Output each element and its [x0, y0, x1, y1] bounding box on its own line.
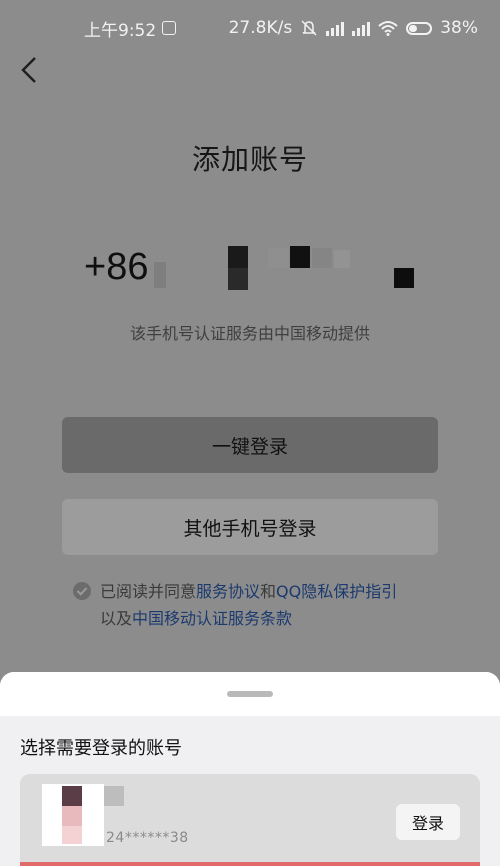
sheet-title: 选择需要登录的账号 — [20, 738, 182, 759]
avatar-mask — [62, 806, 82, 826]
sheet-body: 选择需要登录的账号 24******38 登录 — [0, 716, 500, 866]
provider-note: 该手机号认证服务由中国移动提供 — [129, 324, 370, 343]
avatar-mask — [62, 826, 82, 844]
privacy-guide-link[interactable]: QQ隐私保护指引 — [276, 582, 397, 601]
mask-block — [154, 262, 166, 288]
drag-handle[interactable] — [227, 691, 273, 697]
service-agreement-link[interactable]: 服务协议 — [196, 582, 260, 601]
status-left: 上午9:52 — [84, 16, 177, 41]
agreement-line-2: 以及中国移动认证服务条款 — [100, 605, 292, 632]
chevron-left-icon — [21, 57, 36, 83]
status-time: 上午9:52 — [84, 20, 157, 41]
one-click-login-button[interactable]: 一键登录 — [62, 417, 438, 473]
mask-block — [228, 268, 248, 290]
signal-icon — [352, 20, 371, 36]
other-phone-login-button[interactable]: 其他手机号登录 — [62, 499, 438, 555]
sheet-header — [0, 672, 500, 716]
agreement-prefix: 已阅读并同意 — [100, 582, 197, 601]
account-login-button[interactable]: 登录 — [396, 804, 460, 840]
account-card[interactable]: 24******38 登录 — [20, 774, 480, 866]
app-badge-icon — [162, 21, 177, 35]
mask-block — [312, 248, 332, 268]
account-picker-sheet: 选择需要登录的账号 24******38 登录 — [0, 672, 500, 866]
account-masked-id: 24******38 — [106, 830, 189, 846]
mask-block — [228, 246, 248, 268]
page-title: 添加账号 — [191, 143, 308, 176]
cmcc-terms-link[interactable]: 中国移动认证服务条款 — [132, 609, 292, 628]
agreement-and: 和 — [260, 582, 277, 601]
mask-block — [394, 268, 414, 288]
phone-number: +86 — [84, 246, 424, 296]
battery-level: 38% — [440, 18, 478, 38]
signal-icon — [326, 20, 345, 36]
wifi-icon — [378, 21, 398, 36]
status-right: 27.8K/s 38% — [229, 18, 478, 38]
mask-block — [334, 250, 350, 268]
country-code: +86 — [84, 246, 149, 288]
check-circle-icon[interactable] — [72, 581, 92, 601]
agreement-prefix-2: 以及 — [100, 609, 133, 628]
battery-icon — [406, 21, 433, 35]
bottom-strip — [20, 862, 480, 866]
status-bar: 上午9:52 27.8K/s 38% — [0, 0, 500, 56]
mask-block — [290, 246, 310, 268]
mask-block — [268, 248, 288, 268]
avatar-mask — [62, 786, 82, 806]
back-button[interactable] — [14, 52, 44, 88]
mute-icon — [301, 20, 317, 36]
nickname-mask — [104, 786, 124, 806]
agreement-line-1: 已阅读并同意服务协议和QQ隐私保护指引 — [100, 578, 397, 605]
net-speed: 27.8K/s — [228, 18, 293, 38]
